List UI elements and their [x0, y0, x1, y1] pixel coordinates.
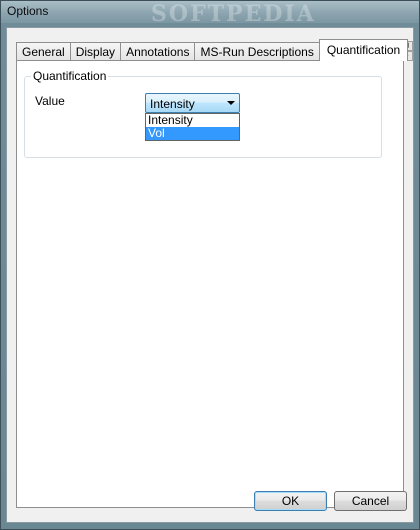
- combo-selected-value: Intensity: [150, 97, 195, 111]
- chevron-down-icon: [227, 101, 235, 105]
- dialog-client-area: General Display Annotations MS-Run Descr…: [6, 27, 414, 523]
- tab-display[interactable]: Display: [69, 42, 122, 61]
- title-bar[interactable]: Options SOFTPEDIA: [1, 1, 419, 27]
- tab-ms-run-descriptions[interactable]: MS-Run Descriptions: [194, 42, 320, 61]
- tab-general[interactable]: General: [16, 42, 71, 61]
- cancel-button[interactable]: Cancel: [334, 491, 407, 511]
- dropdown-option-vol[interactable]: Vol: [146, 127, 239, 140]
- options-dialog: Options SOFTPEDIA General Display Annota…: [0, 0, 420, 530]
- quantification-panel: Quantification Value Intensity Intensity…: [16, 60, 404, 508]
- watermark: SOFTPEDIA: [151, 1, 316, 27]
- value-label: Value: [35, 94, 65, 108]
- value-dropdown-list: Intensity Vol: [145, 113, 240, 141]
- tab-annotations[interactable]: Annotations: [120, 42, 196, 61]
- ok-button[interactable]: OK: [254, 491, 327, 511]
- tab-quantification[interactable]: Quantification: [318, 39, 409, 61]
- value-combobox[interactable]: Intensity: [145, 93, 240, 113]
- tab-strip: General Display Annotations MS-Run Descr…: [16, 39, 409, 61]
- group-title: Quantification: [31, 69, 109, 83]
- window-title: Options: [7, 4, 49, 18]
